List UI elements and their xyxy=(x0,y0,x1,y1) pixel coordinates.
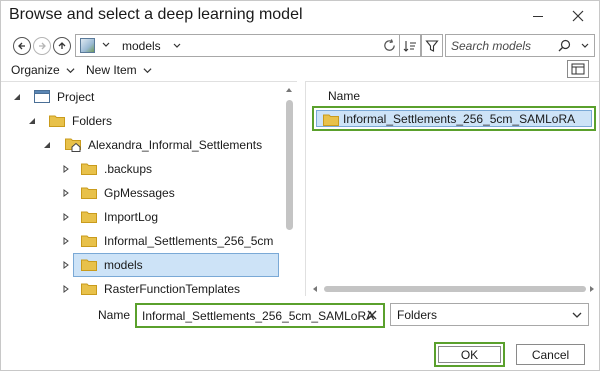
chevron-down-icon xyxy=(572,312,582,318)
name-label: Name xyxy=(98,308,131,322)
title-bar: Browse and select a deep learning model xyxy=(1,1,599,31)
collapsed-arrow-icon[interactable] xyxy=(62,189,70,197)
collapsed-arrow-icon[interactable] xyxy=(62,285,70,293)
chevron-down-icon[interactable] xyxy=(172,41,182,51)
arrow-left-icon xyxy=(18,42,25,50)
new-item-menu[interactable]: New Item xyxy=(86,63,152,77)
collapsed-arrow-icon[interactable] xyxy=(62,237,70,245)
chevron-down-icon xyxy=(143,67,152,73)
expanded-arrow-icon[interactable] xyxy=(28,117,36,125)
name-column-header[interactable]: Name xyxy=(328,89,360,103)
clear-icon[interactable] xyxy=(367,310,377,320)
content-item-label: Informal_Settlements_256_5cm_SAMLoRA xyxy=(343,112,576,126)
back-button[interactable] xyxy=(13,37,31,55)
address-text: models xyxy=(122,39,161,53)
tree-item-label: ImportLog xyxy=(104,210,159,224)
search-icon[interactable] xyxy=(558,39,571,52)
search-input[interactable]: Search models xyxy=(451,39,531,53)
collapsed-arrow-icon[interactable] xyxy=(62,213,70,221)
close-button[interactable] xyxy=(567,5,589,27)
chevron-down-icon[interactable] xyxy=(580,41,590,51)
chevron-down-icon[interactable] xyxy=(101,40,111,50)
tree-item-label: Folders xyxy=(72,114,113,128)
file-type-select[interactable]: Folders xyxy=(390,303,589,326)
ok-button[interactable]: OK xyxy=(434,342,505,367)
sort-icon xyxy=(403,40,416,52)
tree-item-backups[interactable]: .backups xyxy=(1,157,281,181)
tree-item-models[interactable]: models xyxy=(1,253,281,277)
folder-icon xyxy=(81,235,97,247)
scroll-right-icon[interactable] xyxy=(588,285,596,293)
tree-item-gpmessages[interactable]: GpMessages xyxy=(1,181,281,205)
tree-item-alexandra[interactable]: Alexandra_Informal_Settlements xyxy=(1,133,281,157)
search-box[interactable]: Search models xyxy=(445,34,595,57)
navigation-bar: models Search models xyxy=(7,34,595,58)
file-type-value: Folders xyxy=(397,308,438,322)
forward-button[interactable] xyxy=(33,37,51,55)
tree-item-label: RasterFunctionTemplates xyxy=(104,282,241,296)
minimize-icon xyxy=(533,16,543,17)
collapsed-arrow-icon[interactable] xyxy=(62,261,70,269)
new-item-label: New Item xyxy=(86,63,137,77)
minimize-button[interactable] xyxy=(527,5,549,27)
organize-label: Organize xyxy=(11,63,60,77)
contents-pane: Name Informal_Settlements_256_5cm_SAMLoR… xyxy=(305,81,599,296)
tree-item-label: Alexandra_Informal_Settlements xyxy=(88,138,263,152)
folder-icon xyxy=(81,163,97,175)
view-options-button[interactable] xyxy=(567,60,589,78)
tree-item-label: models xyxy=(104,258,143,272)
chevron-down-icon xyxy=(66,67,75,73)
up-button[interactable] xyxy=(53,37,71,55)
browse-dialog: Browse and select a deep learning model … xyxy=(0,0,600,371)
folder-icon xyxy=(49,115,65,127)
home-folder-icon xyxy=(65,138,81,152)
arrow-right-icon xyxy=(39,42,46,50)
folder-icon xyxy=(81,187,97,199)
filter-icon xyxy=(425,39,439,52)
folder-icon xyxy=(323,114,339,126)
name-input[interactable]: Informal_Settlements_256_5cm_SAMLoRA xyxy=(135,303,385,328)
cancel-button[interactable]: Cancel xyxy=(516,344,585,365)
vertical-scrollbar[interactable] xyxy=(286,100,293,230)
refresh-icon[interactable] xyxy=(382,38,397,53)
location-icon xyxy=(80,38,95,53)
dialog-title: Browse and select a deep learning model xyxy=(9,6,303,23)
project-icon xyxy=(34,90,50,103)
folder-icon xyxy=(81,283,97,295)
tree-item-importlog[interactable]: ImportLog xyxy=(1,205,281,229)
folder-tree-pane: Project Folders Alexandra_Informal_Settl… xyxy=(1,81,297,296)
tree-item-label: .backups xyxy=(104,162,153,176)
collapsed-arrow-icon[interactable] xyxy=(62,165,70,173)
horizontal-scrollbar[interactable] xyxy=(324,286,586,292)
filter-button[interactable] xyxy=(421,34,443,57)
sort-button[interactable] xyxy=(399,34,421,57)
tree-item-project[interactable]: Project xyxy=(1,85,281,109)
arrow-up-icon xyxy=(58,42,66,49)
tree-item-label: Informal_Settlements_256_5cm xyxy=(104,234,274,248)
tree-item-label: Project xyxy=(57,90,95,104)
tree-item-informal-settlements[interactable]: Informal_Settlements_256_5cm xyxy=(1,229,281,253)
scroll-left-icon[interactable] xyxy=(311,285,319,293)
close-icon xyxy=(572,10,584,22)
name-input-value: Informal_Settlements_256_5cm_SAMLoRA xyxy=(142,309,375,323)
expanded-arrow-icon[interactable] xyxy=(43,141,51,149)
organize-menu[interactable]: Organize xyxy=(11,63,75,77)
folder-icon xyxy=(81,259,97,271)
address-bar[interactable]: models xyxy=(75,34,401,57)
tree-item-label: GpMessages xyxy=(104,186,175,200)
scroll-up-icon[interactable] xyxy=(285,86,293,94)
folder-icon xyxy=(81,211,97,223)
ok-button-label: OK xyxy=(438,346,501,363)
expanded-arrow-icon[interactable] xyxy=(13,93,21,101)
content-item-samlora[interactable]: Informal_Settlements_256_5cm_SAMLoRA xyxy=(312,106,596,131)
tree-item-raster-function-templates[interactable]: RasterFunctionTemplates xyxy=(1,277,281,296)
tree-item-folders[interactable]: Folders xyxy=(1,109,281,133)
menu-bar: Organize New Item xyxy=(1,60,599,80)
details-view-icon xyxy=(571,63,585,75)
